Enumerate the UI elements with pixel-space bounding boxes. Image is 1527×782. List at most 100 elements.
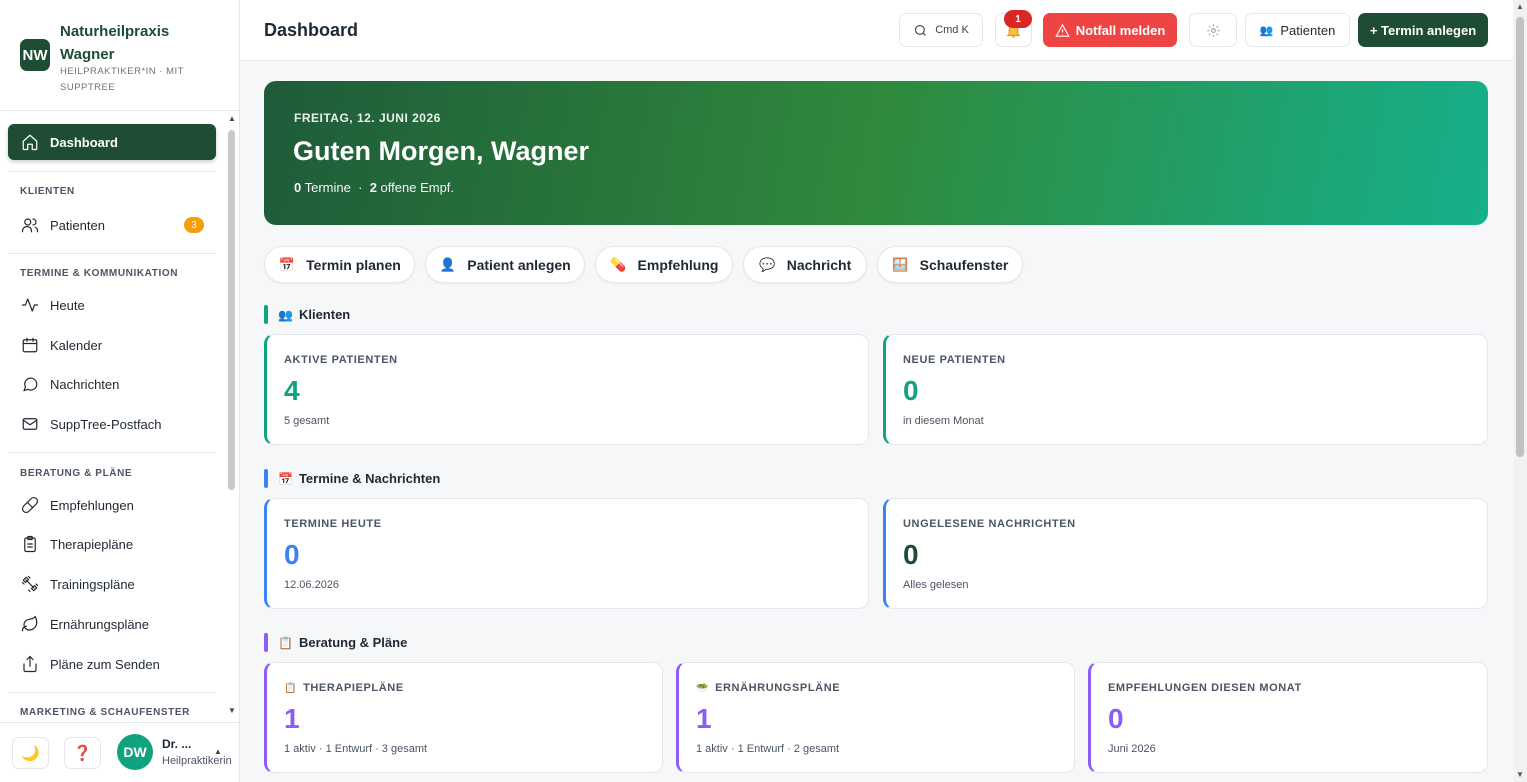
- clipboard-icon: 📋: [278, 635, 293, 650]
- window-icon: 🪟: [892, 256, 909, 272]
- user-name[interactable]: Dr. ...: [162, 737, 191, 751]
- scrollbar-thumb[interactable]: [228, 130, 235, 490]
- sidebar-item-empfehlungen[interactable]: Empfehlungen: [8, 487, 216, 523]
- stat-card-therapy-plans[interactable]: 📋 THERAPIEPLÄNE 1 1 aktiv · 1 Entwurf · …: [264, 662, 663, 773]
- brand-subtitle: HEILPRAKTIKER*IN · MIT SUPPTREE: [60, 66, 184, 93]
- moon-icon: 🌙: [21, 745, 40, 762]
- warning-icon: [1054, 23, 1070, 38]
- emergency-report-button[interactable]: Notfall melden: [1043, 13, 1177, 47]
- quick-action-label: Nachricht: [786, 256, 852, 273]
- stat-label: TERMINE HEUTE: [284, 518, 382, 530]
- calendar-icon: 📅: [278, 256, 295, 272]
- salad-icon: 🥗: [696, 682, 710, 694]
- appointments-count: 0: [294, 180, 302, 195]
- gear-icon: [1206, 23, 1221, 38]
- sidebar-item-nachrichten[interactable]: Nachrichten: [8, 366, 216, 402]
- sidebar-item-trainingsplaene[interactable]: Trainingspläne: [8, 566, 216, 602]
- scroll-up-icon[interactable]: ▲: [1516, 2, 1524, 11]
- section-title-text: Beratung & Pläne: [298, 635, 408, 650]
- divider: [8, 692, 216, 693]
- summary-line: 0 Termine · 2 offene Empf.: [294, 180, 454, 195]
- sidebar-item-patienten[interactable]: Patienten 3: [8, 207, 216, 243]
- open-recommendations-count: 2: [369, 180, 377, 195]
- sidebar-item-therapieplaene[interactable]: Therapiepläne: [8, 526, 216, 562]
- sidebar-item-label: Patienten: [50, 217, 105, 233]
- search-icon: [913, 23, 928, 38]
- stat-card-recommendations-month[interactable]: EMPFEHLUNGEN DIESEN MONAT 0 Juni 2026: [1088, 662, 1488, 773]
- help-button[interactable]: ❓: [64, 737, 101, 769]
- settings-button[interactable]: [1189, 13, 1237, 47]
- stat-value: 0: [903, 375, 919, 406]
- top-bar: Dashboard Cmd K 1 Notfall melden 👥 Patie…: [240, 0, 1513, 61]
- section-accent-bar: [264, 633, 268, 652]
- current-date: FREITAG, 12. JUNI 2026: [294, 111, 441, 125]
- scroll-down-icon[interactable]: ▼: [228, 706, 236, 715]
- stat-label-text: THERAPIEPLÄNE: [303, 682, 404, 694]
- section-heading-termine: TERMINE & KOMMUNIKATION: [20, 268, 179, 279]
- calendar-icon: 📅: [278, 471, 293, 486]
- scroll-up-icon[interactable]: ▲: [228, 114, 236, 123]
- sidebar-item-label: Therapiepläne: [50, 536, 134, 552]
- patients-button[interactable]: 👥 Patienten: [1245, 13, 1350, 47]
- appointments-label: Termine: [304, 180, 351, 195]
- user-menu-caret-icon[interactable]: ▲: [214, 747, 222, 756]
- new-appointment-label: + Termin anlegen: [1369, 22, 1477, 38]
- users-icon: [21, 216, 39, 234]
- sidebar-item-plaene-senden[interactable]: Pläne zum Senden: [8, 646, 216, 682]
- welcome-banner: FREITAG, 12. JUNI 2026 Guten Morgen, Wag…: [264, 81, 1488, 225]
- stat-note: in diesem Monat: [903, 415, 984, 427]
- sidebar-item-postfach[interactable]: SuppTree-Postfach: [8, 406, 216, 442]
- command-search-button[interactable]: Cmd K: [899, 13, 983, 47]
- sidebar-item-dashboard[interactable]: Dashboard: [8, 124, 216, 160]
- stat-card-unread-messages[interactable]: UNGELESENE NACHRICHTEN 0 Alles gelesen: [883, 498, 1488, 609]
- quick-action-termin-planen[interactable]: 📅 Termin planen: [264, 246, 415, 283]
- section-heading-beratung: BERATUNG & PLÄNE: [20, 468, 133, 479]
- quick-action-patient-anlegen[interactable]: 👤 Patient anlegen: [425, 246, 585, 283]
- divider: [8, 452, 216, 453]
- search-shortcut-label: Cmd K: [935, 24, 969, 36]
- stat-value: 1: [284, 703, 300, 734]
- sidebar-item-label: Trainingspläne: [50, 576, 135, 592]
- sidebar: NW Naturheilpraxis Wagner HEILPRAKTIKER*…: [0, 0, 240, 782]
- count-badge: 3: [184, 217, 204, 233]
- stat-card-active-patients[interactable]: AKTIVE PATIENTEN 4 5 gesamt: [264, 334, 869, 445]
- section-accent-bar: [264, 469, 268, 488]
- avatar[interactable]: DW: [117, 734, 153, 770]
- person-icon: 👤: [439, 256, 456, 272]
- stat-card-nutrition-plans[interactable]: 🥗 ERNÄHRUNGSPLÄNE 1 1 aktiv · 1 Entwurf …: [676, 662, 1075, 773]
- sidebar-item-kalender[interactable]: Kalender: [8, 327, 216, 363]
- section-heading-klienten: KLIENTEN: [20, 186, 75, 197]
- clipboard-icon: 📋: [284, 682, 298, 694]
- theme-toggle-button[interactable]: 🌙: [12, 737, 49, 769]
- sidebar-item-heute[interactable]: Heute: [8, 287, 216, 323]
- user-role: Heilpraktikerin: [162, 755, 232, 767]
- scrollbar-thumb[interactable]: [1516, 17, 1524, 457]
- section-title-beratung: 📋 Beratung & Pläne: [264, 633, 407, 652]
- stat-value: 0: [284, 539, 300, 570]
- clipboard-icon: [21, 535, 39, 553]
- quick-action-label: Empfehlung: [637, 256, 719, 273]
- separator-dot: ·: [354, 180, 367, 195]
- stat-label: 🥗 ERNÄHRUNGSPLÄNE: [696, 682, 840, 694]
- page-scrollbar[interactable]: ▲ ▼: [1514, 0, 1527, 782]
- quick-action-empfehlung[interactable]: 💊 Empfehlung: [595, 246, 733, 283]
- main-content: FREITAG, 12. JUNI 2026 Guten Morgen, Wag…: [240, 62, 1513, 782]
- sidebar-item-label: SuppTree-Postfach: [50, 416, 162, 432]
- page-title: Dashboard: [264, 20, 359, 40]
- stat-note: 1 aktiv · 1 Entwurf · 3 gesamt: [284, 743, 428, 755]
- quick-action-nachricht[interactable]: 💬 Nachricht: [743, 246, 867, 283]
- quick-action-schaufenster[interactable]: 🪟 Schaufenster: [877, 246, 1023, 283]
- stat-card-new-patients[interactable]: NEUE PATIENTEN 0 in diesem Monat: [883, 334, 1488, 445]
- stat-note: 1 aktiv · 1 Entwurf · 2 gesamt: [696, 743, 840, 755]
- sidebar-scrollbar[interactable]: ▲ ▼: [227, 114, 237, 718]
- sidebar-item-ernaehrungsplaene[interactable]: Ernährungspläne: [8, 606, 216, 642]
- scroll-down-icon[interactable]: ▼: [1516, 770, 1524, 779]
- patients-label: Patienten: [1280, 22, 1336, 38]
- share-icon: [21, 655, 39, 673]
- new-appointment-button[interactable]: + Termin anlegen: [1358, 13, 1488, 47]
- emergency-label: Notfall melden: [1075, 22, 1166, 38]
- stat-card-appointments-today[interactable]: TERMINE HEUTE 0 12.06.2026: [264, 498, 869, 609]
- section-title-text: Klienten: [298, 307, 351, 322]
- stat-note: Alles gelesen: [903, 579, 969, 591]
- section-title-klienten: 👥 Klienten: [264, 305, 350, 324]
